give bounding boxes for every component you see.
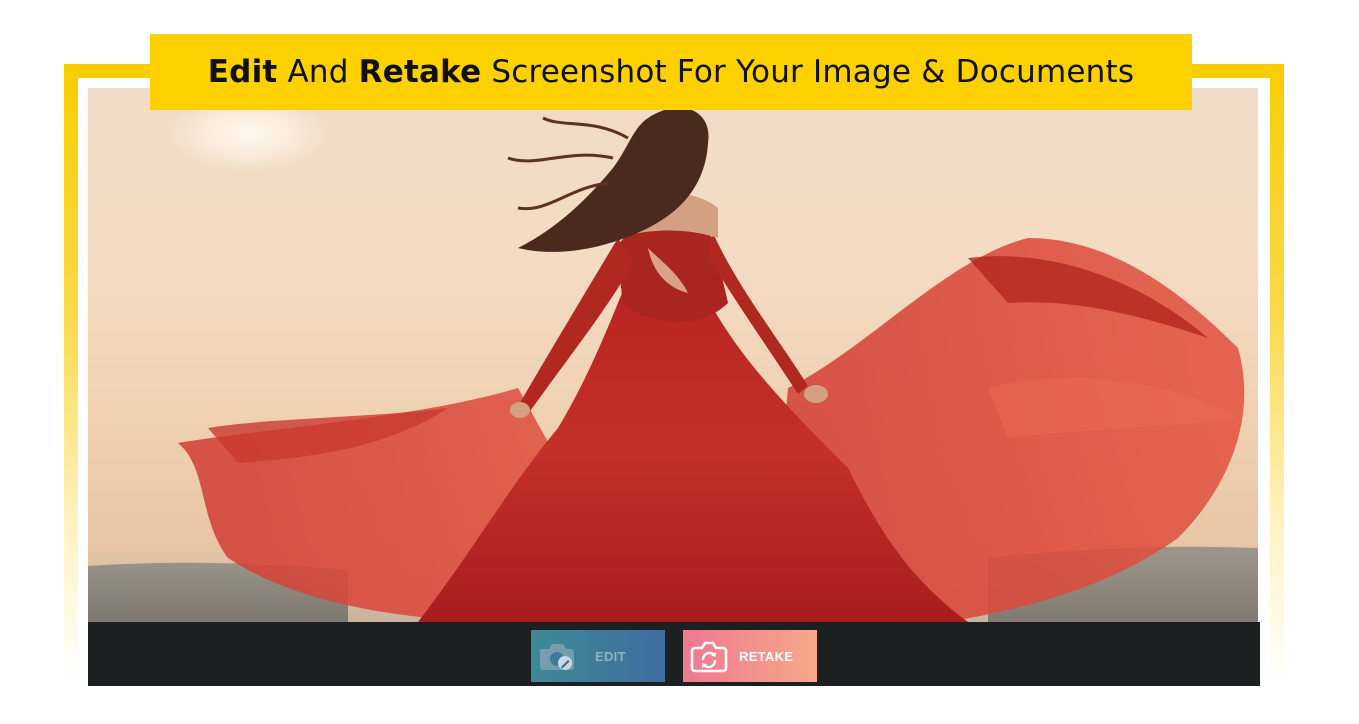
camera-edit-icon: [531, 630, 583, 682]
camera-retake-icon: [683, 630, 735, 682]
retake-button-label: RETAKE: [739, 648, 794, 664]
title-banner: Edit And Retake Screenshot For Your Imag…: [150, 34, 1192, 110]
frame-left-border: [64, 64, 78, 684]
banner-word-edit: Edit: [207, 54, 278, 90]
edit-button[interactable]: EDIT: [531, 630, 665, 682]
promo-stage: Edit And Retake Screenshot For Your Imag…: [0, 0, 1359, 724]
frame-right-border: [1270, 64, 1284, 684]
woman-red-dress-illustration: [88, 107, 1258, 622]
edit-button-label: EDIT: [595, 648, 626, 664]
screenshot-photo: [88, 88, 1258, 622]
banner-title: Edit And Retake Screenshot For Your Imag…: [208, 54, 1134, 90]
banner-word-retake: Retake: [358, 54, 482, 90]
retake-button[interactable]: RETAKE: [683, 630, 817, 682]
banner-word-and: And: [277, 54, 359, 90]
screenshot-action-bar: EDIT RETAKE: [88, 622, 1260, 686]
banner-rest: Screenshot For Your Image & Documents: [481, 54, 1135, 90]
